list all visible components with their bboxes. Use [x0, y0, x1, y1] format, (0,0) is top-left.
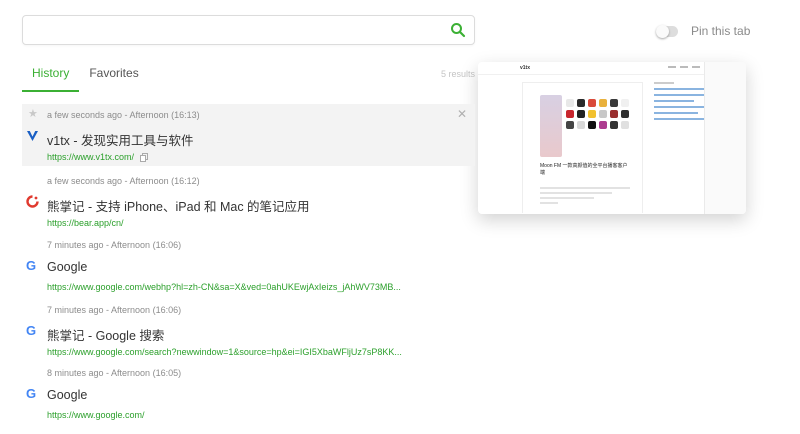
tab-favorites[interactable]: Favorites [79, 55, 148, 92]
results-count: 5 results [441, 69, 476, 79]
preview-article-text [540, 187, 630, 207]
item-url[interactable]: https://bear.app/cn/ [47, 218, 124, 228]
item-url[interactable]: https://www.v1tx.com/ [47, 152, 134, 162]
preview-right-panel [704, 62, 746, 214]
google-icon: G [26, 258, 37, 273]
item-title[interactable]: 熊掌记 - 支持 iPhone、iPad 和 Mac 的笔记应用 [47, 196, 310, 215]
toggle-knob [656, 24, 669, 38]
preview-article-image [540, 95, 632, 157]
google-icon: G [26, 386, 37, 401]
item-url[interactable]: https://www.google.com/ [47, 410, 145, 420]
item-time: a few seconds ago - Afternoon (16:12) [47, 176, 200, 186]
item-url[interactable]: https://www.google.com/webhp?hl=zh-CN&sa… [47, 282, 401, 292]
star-icon[interactable]: ★ [28, 109, 38, 120]
bear-icon [26, 195, 39, 208]
tab-bar: History Favorites [22, 55, 149, 92]
preview-article-title: Moon FM 一款高颜值的全平台播客客户端 [540, 163, 628, 176]
history-item[interactable]: 8 minutes ago - Afternoon (16:05) G Goog… [22, 362, 475, 424]
history-item[interactable]: 7 minutes ago - Afternoon (16:06) G 熊掌记 … [22, 299, 475, 361]
close-icon[interactable]: ✕ [457, 108, 467, 120]
history-item[interactable]: ★ a few seconds ago - Afternoon (16:13) … [22, 104, 475, 166]
page-preview: v1tx Moon FM 一款高颜值的全平台播客客户端 [478, 62, 746, 214]
preview-site-logo: v1tx [520, 65, 531, 71]
google-icon: G [26, 323, 37, 338]
item-time: a few seconds ago - Afternoon (16:13) [47, 110, 200, 120]
preview-article-card: Moon FM 一款高颜值的全平台播客客户端 [522, 82, 643, 213]
search-icon[interactable] [450, 22, 466, 38]
item-title[interactable]: 熊掌记 - Google 搜索 [47, 325, 164, 344]
history-item[interactable]: a few seconds ago - Afternoon (16:12) 熊掌… [22, 170, 475, 232]
item-time: 7 minutes ago - Afternoon (16:06) [47, 240, 182, 250]
v1tx-icon [26, 129, 39, 142]
pin-tab-control: Pin this tab [656, 22, 750, 40]
search-input[interactable] [33, 21, 433, 39]
search-box[interactable] [22, 15, 475, 45]
preview-nav [668, 66, 700, 68]
item-time: 8 minutes ago - Afternoon (16:05) [47, 368, 182, 378]
item-time: 7 minutes ago - Afternoon (16:06) [47, 305, 182, 315]
item-url[interactable]: https://www.google.com/search?newwindow=… [47, 347, 402, 357]
copy-icon[interactable] [140, 153, 148, 162]
preview-sidebar [654, 82, 704, 124]
pin-tab-toggle[interactable] [656, 24, 678, 38]
item-title[interactable]: Google [47, 260, 87, 274]
item-title[interactable]: v1tx - 发现实用工具与软件 [47, 130, 194, 149]
tab-history[interactable]: History [22, 55, 80, 92]
pin-tab-label: Pin this tab [691, 24, 751, 38]
item-title[interactable]: Google [47, 388, 87, 402]
history-item[interactable]: 7 minutes ago - Afternoon (16:06) G Goog… [22, 234, 475, 296]
